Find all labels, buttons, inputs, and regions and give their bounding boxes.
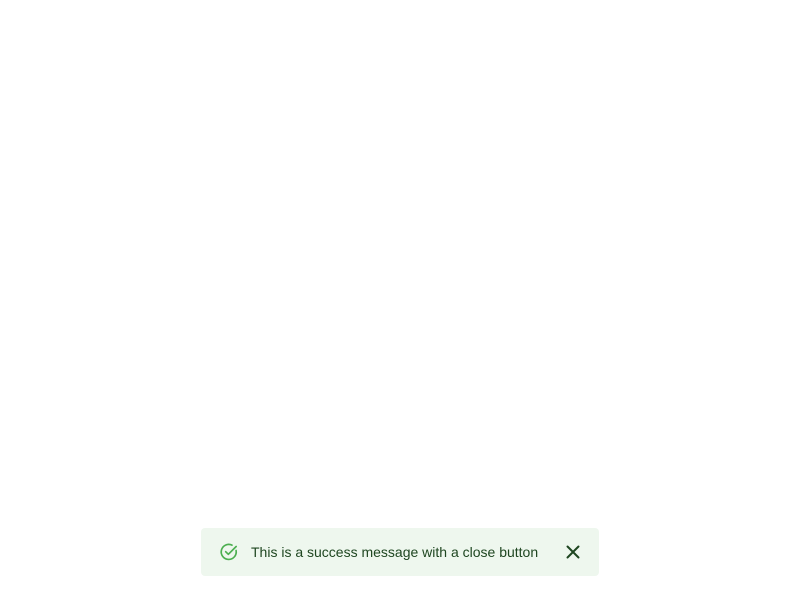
success-toast: This is a success message with a close b… xyxy=(201,528,599,576)
toast-message: This is a success message with a close b… xyxy=(251,544,539,560)
page: This is a success message with a close b… xyxy=(0,0,800,600)
close-icon xyxy=(566,545,580,559)
check-circle-icon xyxy=(218,541,240,563)
close-button[interactable] xyxy=(561,540,585,564)
